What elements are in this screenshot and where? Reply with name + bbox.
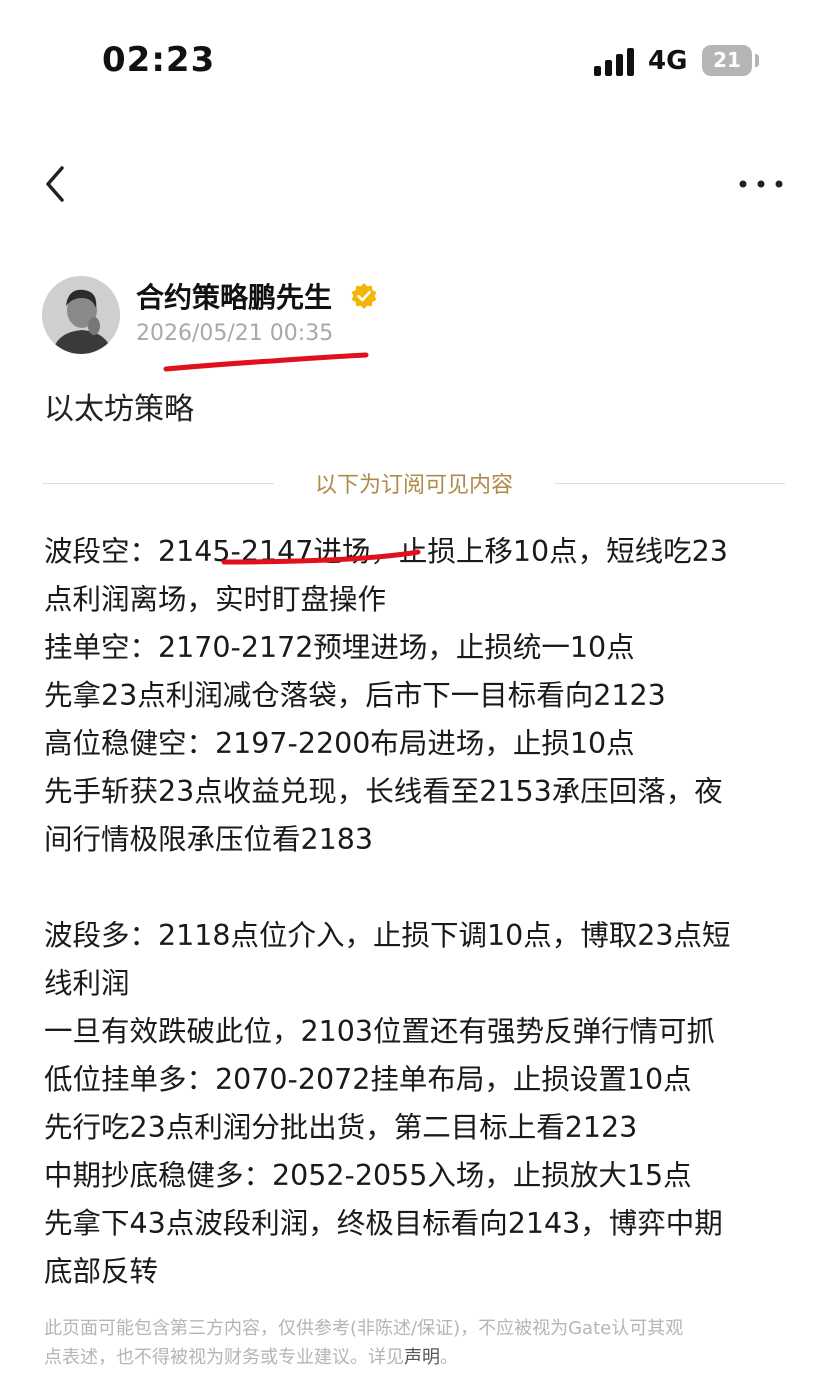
disclaimer-line-2: 点表述，也不得被视为财务或专业建议。详见声明。 [44,1343,794,1372]
avatar-portrait [42,276,120,354]
body-blank-line [44,864,804,912]
disclaimer-line-1: 此页面可能包含第三方内容，仅供参考(非陈述/保证)，不应被视为Gate认可其观 [44,1318,684,1339]
signal-icon [594,48,634,76]
disclaimer: 此页面可能包含第三方内容，仅供参考(非陈述/保证)，不应被视为Gate认可其观 … [44,1314,794,1372]
status-bar: 02:23 4G 21 [0,0,828,120]
body-line: 点利润离场，实时盯盘操作 [44,583,387,616]
body-line: 先拿下43点波段利润，终极目标看向2143，博弈中期 [44,1207,723,1240]
red-underline-annotation [163,352,369,372]
body-line: 底部反转 [44,1255,159,1288]
body-line: 先拿23点利润减仓落袋，后市下一目标看向2123 [44,679,666,712]
post-timestamp: 2026/05/21 00:35 [136,321,334,346]
body-line: 先手斩获23点收益兑现，长线看至2153承压回落，夜 [44,775,723,808]
body-line: 高位稳健空：2197-2200布局进场，止损10点 [44,727,635,760]
body-line: 波段空：2145-2147进场，止损上移10点，短线吃23 [44,535,728,568]
body-line: 线利润 [44,967,130,1000]
red-underline-annotation [221,549,421,565]
body-line: 波段多：2118点位介入，止损下调10点，博取23点短 [44,919,731,952]
post-body: 波段空：2145-2147进场，止损上移10点，短线吃23 点利润离场，实时盯盘… [44,528,804,1296]
disclaimer-period: 。 [440,1347,458,1368]
disclaimer-text: 点表述，也不得被视为财务或专业建议。详见 [44,1347,404,1368]
body-line: 低位挂单多：2070-2072挂单布局，止损设置10点 [44,1063,692,1096]
chevron-left-icon[interactable] [40,162,70,206]
disclaimer-link[interactable]: 声明 [404,1347,440,1368]
network-type: 4G [648,46,688,76]
author-avatar[interactable] [42,276,120,354]
body-line: 中期抄底稳健多：2052-2055入场，止损放大15点 [44,1159,692,1192]
status-time: 02:23 [102,40,216,80]
post-title: 以太坊策略 [44,392,194,427]
divider-line-left [42,483,274,484]
body-line: 挂单空：2170-2172预埋进场，止损统一10点 [44,631,635,664]
author-name[interactable]: 合约策略鹏先生 [136,276,332,316]
verified-badge-icon [351,283,377,309]
more-dots-icon[interactable] [738,174,784,194]
body-line: 先行吃23点利润分批出货，第二目标上看2123 [44,1111,638,1144]
divider-line-right [555,483,785,484]
body-line: 间行情极限承压位看2183 [44,823,374,856]
body-line: 一旦有效跌破此位，2103位置还有强势反弹行情可抓 [44,1015,716,1048]
subscription-divider-label: 以下为订阅可见内容 [314,473,513,498]
battery-icon: 21 [702,45,752,76]
battery-tip [755,54,759,67]
